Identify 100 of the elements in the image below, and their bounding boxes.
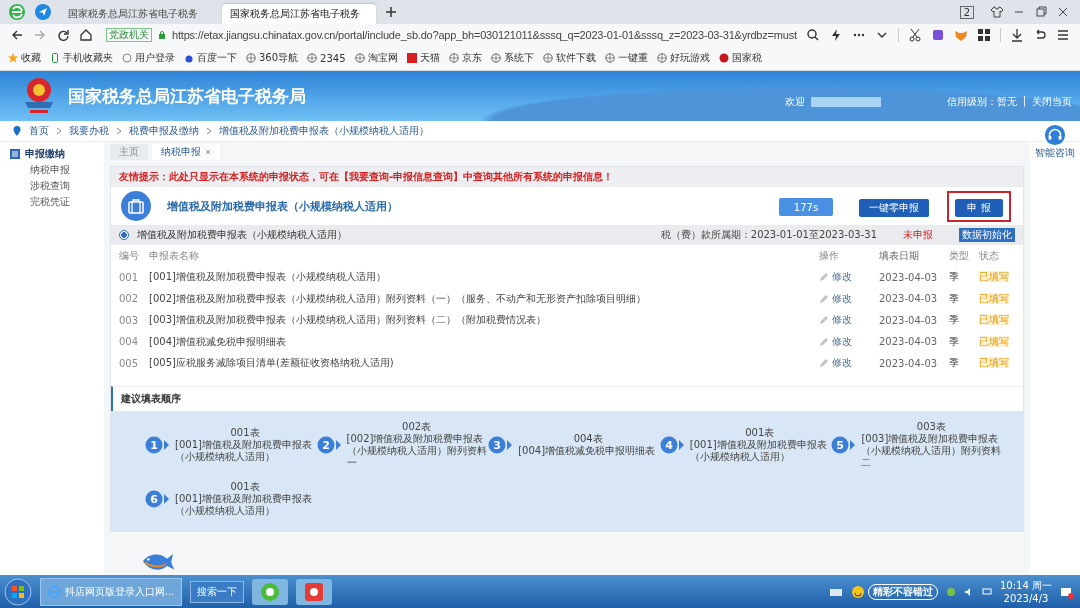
table-cell-text: 2023-04-03 [879, 271, 939, 283]
bookmark[interactable]: 手机收藏夹 [50, 51, 113, 65]
status-tag: 已填写 [979, 271, 1009, 283]
form-link[interactable]: [004]增值税减免税申报明细表 [149, 334, 819, 349]
table-cell-text: 季 [949, 270, 960, 285]
bookmark[interactable]: 百度一下 [184, 51, 237, 65]
window-count[interactable]: 2 [959, 5, 974, 19]
restore-icon[interactable] [1034, 5, 1048, 19]
taskbar-app-icon[interactable] [251, 578, 288, 605]
table-cell-text: 001 [119, 271, 140, 283]
bookmark[interactable]: 2345 [307, 52, 346, 64]
form-link[interactable]: [002]增值税及附加税费申报表（小规模纳税人适用）附列资料（一）（服务、不动产和无形资产扣除项目明细） [149, 291, 819, 306]
browser-tab[interactable]: 国家税务总局江苏省电子税务 [222, 4, 376, 24]
taskbar-search-button[interactable]: 搜索一下 [189, 580, 244, 603]
new-tab-icon[interactable] [384, 5, 398, 19]
breadcrumb-link[interactable]: 增值税及附加税费申报表（小规模纳税人适用） [219, 124, 429, 138]
browser-tab[interactable]: 国家税务总局江苏省电子税务 [60, 4, 214, 24]
globe-icon [656, 53, 667, 63]
form-link[interactable]: [003]增值税及附加税费申报表（小规模纳税人适用）附列资料（二）（附加税费情况表） [149, 313, 819, 328]
browser-logo-icon[interactable] [8, 3, 26, 21]
bookmark[interactable]: 软件下载 [542, 51, 596, 65]
breadcrumb-link[interactable]: 首页 [29, 124, 49, 138]
table-cell-text: 季 [949, 334, 960, 349]
page-tab[interactable]: 纳税申报 [152, 144, 220, 160]
column-header: 操作 [819, 248, 840, 263]
section-name: 增值税及附加税费申报表（小规模纳税人适用） [137, 228, 347, 242]
table-cell-text: 004 [119, 336, 140, 348]
bookmark[interactable]: 京东 [448, 51, 482, 65]
globe-icon [604, 53, 615, 63]
table-cell-text: 2023-04-03 [879, 293, 939, 305]
send-icon[interactable] [34, 3, 52, 21]
lightning-icon[interactable] [829, 28, 843, 42]
form-link[interactable]: [001]增值税及附加税费申报表（小规模纳税人适用） [149, 270, 819, 285]
step-link[interactable]: [003]增值税及附加税费申报表（小规模纳税人适用）附列资料二 [861, 433, 1002, 469]
step-link[interactable]: [001]增值税及附加税费申报表（小规模纳税人适用） [689, 439, 830, 463]
column-header: 状态 [979, 248, 1000, 263]
lock-icon [157, 30, 167, 40]
edit-link[interactable]: 修改 [832, 356, 852, 371]
form-link[interactable]: [005]应税服务减除项目清单(差额征收资格纳税人适用) [149, 356, 819, 371]
close-icon[interactable] [205, 149, 211, 155]
home-icon[interactable] [79, 28, 93, 42]
close-icon[interactable] [1056, 5, 1070, 19]
init-data-button[interactable]: 数据初始化 [959, 228, 1015, 242]
status-tag: 已填写 [979, 292, 1009, 304]
start-button[interactable] [4, 577, 32, 606]
action-button[interactable]: 申 报 [955, 198, 1003, 217]
breadcrumb-link[interactable]: 我要办税 [69, 124, 109, 138]
display-icon[interactable] [982, 586, 992, 597]
emblem-icon [22, 76, 56, 116]
briefcase-icon [121, 191, 151, 221]
smart-consult-link[interactable]: 智能咨询 [1035, 146, 1075, 160]
globe-icon [448, 53, 459, 63]
edit-link[interactable]: 修改 [832, 291, 852, 306]
menu-icon[interactable] [1056, 28, 1070, 42]
breadcrumb-link[interactable]: 税费申报及缴纳 [129, 124, 199, 138]
bookmark[interactable]: 收藏 [8, 51, 41, 65]
back-icon[interactable] [10, 28, 24, 42]
chevron-right-icon [56, 127, 62, 135]
sidebar-item[interactable]: 纳税申报 [0, 162, 104, 178]
search-icon[interactable] [806, 28, 820, 42]
edit-link[interactable]: 修改 [832, 270, 852, 285]
extension-icon[interactable] [931, 28, 945, 42]
reload-icon[interactable] [56, 28, 70, 42]
action-button[interactable]: 一键零申报 [859, 198, 929, 217]
bookmark[interactable]: 一键重 [604, 51, 648, 65]
edit-link[interactable]: 修改 [832, 313, 852, 328]
step-code: 001表 [230, 481, 260, 493]
step-link[interactable]: [002]增值税及附加税费申报表（小规模纳税人适用）附列资料一 [346, 433, 487, 469]
bookmark[interactable]: 淘宝网 [354, 51, 398, 65]
bookmark[interactable]: 天猫 [406, 51, 440, 65]
notice-text: 友情提示：此处只显示在本系统的申报状态，可在【我要查询-申报信息查询】中查询其他所有系统的申报信息！ [111, 167, 1023, 187]
step-link[interactable]: [001]增值税及附加税费申报表（小规模纳税人适用） [175, 439, 315, 463]
step-link[interactable]: [001]增值税及附加税费申报表（小规模纳税人适用） [175, 493, 315, 517]
welcome-text: 欢迎 [784, 95, 805, 109]
credit-level: 信用级别：暂无 [946, 95, 1017, 109]
column-header: 编号 [119, 248, 140, 263]
taskbar-app-icon[interactable] [295, 578, 332, 605]
sidebar-item[interactable]: 完税凭证 [0, 194, 104, 210]
bookmark[interactable]: 国家税 [718, 51, 762, 65]
sidebar-title[interactable]: 申报缴纳 [25, 147, 65, 161]
step-code: 001表 [745, 427, 775, 439]
bookmark[interactable]: 系统下 [490, 51, 534, 65]
scissors-icon[interactable] [908, 28, 922, 42]
bookmark[interactable]: 用户登录 [122, 51, 175, 65]
status-tag: 已填写 [979, 314, 1009, 326]
taskbar-clock[interactable]: 10:14 周一 2023/4/3 [1000, 578, 1052, 605]
radio-button[interactable] [119, 230, 129, 240]
headset-icon[interactable] [1044, 124, 1066, 146]
table-cell-text: 003 [119, 314, 140, 326]
bookmark[interactable]: 360导航 [246, 51, 299, 65]
globe-icon [307, 53, 318, 63]
chevron-right-icon [116, 127, 122, 135]
bookmark[interactable]: 好玩游戏 [656, 51, 710, 65]
edit-link[interactable]: 修改 [832, 334, 852, 349]
step-link[interactable]: [004]增值税减免税申报明细表 [518, 445, 659, 457]
shirt-icon[interactable] [990, 5, 1004, 19]
download-icon[interactable] [1010, 28, 1024, 42]
sidebar-item[interactable]: 涉税查询 [0, 178, 104, 194]
emblem-icon [718, 53, 729, 63]
separator: | [1022, 95, 1026, 106]
